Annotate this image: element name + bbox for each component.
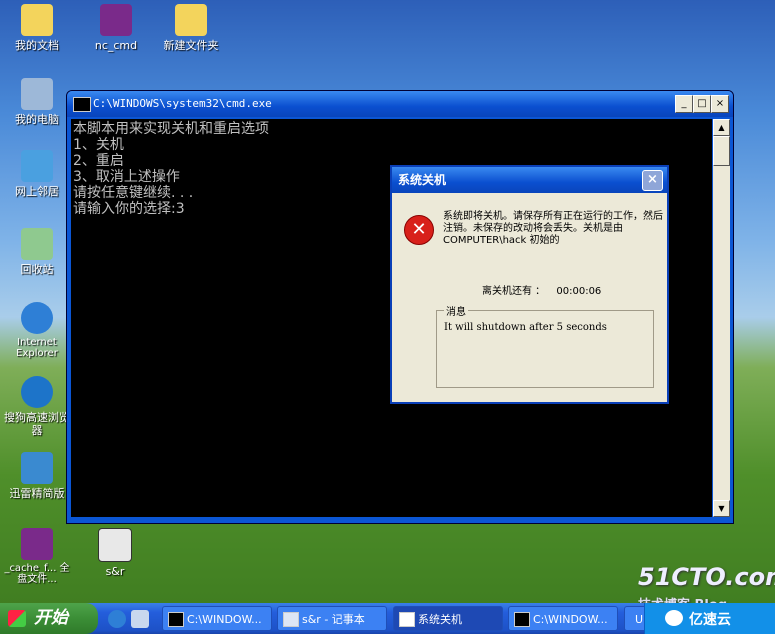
recycle-bin-icon — [21, 228, 53, 260]
taskbar-item-cmd[interactable]: C:\WINDOW... — [162, 606, 272, 631]
taskbar-item-shutdown[interactable]: 系统关机 — [393, 606, 503, 631]
taskbar-item-cmd-2[interactable]: C:\WINDOW... — [508, 606, 618, 631]
thunder-icon — [21, 452, 53, 484]
icon-label: _cache_f... 全盘文件... — [4, 563, 70, 585]
archive-icon — [21, 528, 53, 560]
cmd-titlebar[interactable]: C:\WINDOWS\system32\cmd.exe _ □ × — [67, 91, 733, 117]
watermark-brand: 亿速云 — [689, 612, 731, 628]
desktop-icon-my-documents[interactable]: 我的文档 — [2, 4, 72, 52]
ie-quicklaunch-icon[interactable] — [108, 610, 126, 628]
computer-icon — [21, 78, 53, 110]
message-group: 消息 It will shutdown after 5 seconds — [436, 303, 654, 388]
desktop-icon-internet-explorer[interactable]: Internet Explorer — [2, 302, 72, 359]
shutdown-dialog[interactable]: 系统关机 × ✕ 系统即将关机。请保存所有正在运行的工作，然后注销。未保存的改动… — [390, 165, 669, 404]
message-group-label: 消息 — [446, 307, 466, 318]
scroll-up-arrow-icon[interactable]: ▲ — [713, 119, 730, 136]
desktop-icon-sogou-browser[interactable]: 搜狗高速浏览器 — [2, 376, 72, 437]
scroll-thumb[interactable] — [713, 136, 730, 166]
watermark-site: 51CTO.com — [638, 563, 775, 591]
icon-label: 搜狗高速浏览器 — [4, 411, 70, 437]
icon-label: 网上邻居 — [15, 185, 59, 198]
notepad-icon — [283, 612, 299, 627]
minimize-button[interactable]: _ — [675, 95, 693, 113]
brand-logo-icon — [665, 610, 683, 626]
task-label: s&r - 记事本 — [302, 613, 365, 626]
desktop-icon-s-and-r[interactable]: s&r — [80, 528, 150, 578]
quicklaunch-icon[interactable] — [131, 610, 149, 628]
system-tray: 亿速云 — [644, 603, 775, 634]
icon-label: 我的文档 — [15, 39, 59, 52]
icon-label: 新建文件夹 — [163, 39, 219, 52]
start-button[interactable]: 开始 — [0, 603, 98, 634]
desktop-icon-thunder[interactable]: 迅雷精简版 — [2, 452, 72, 500]
archive-icon — [100, 4, 132, 36]
start-label: 开始 — [34, 608, 68, 628]
dialog-titlebar[interactable]: 系统关机 × — [392, 167, 667, 193]
desktop-icon-recycle-bin[interactable]: 回收站 — [2, 228, 72, 276]
desktop-icon-nc-cmd[interactable]: nc_cmd — [81, 4, 151, 52]
folder-icon — [21, 4, 53, 36]
vertical-scrollbar[interactable]: ▲ ▼ — [713, 119, 730, 517]
taskbar-item-notepad[interactable]: s&r - 记事本 — [277, 606, 387, 631]
desktop-icon-cache-file[interactable]: _cache_f... 全盘文件... — [2, 528, 72, 585]
shutdown-message: 系统即将关机。请保存所有正在运行的工作，然后注销。未保存的改动将会丢失。关机是由… — [443, 211, 663, 246]
console-line: 本脚本用来实现关机和重启选项 — [73, 121, 269, 137]
taskbar: 开始 C:\WINDOW... s&r - 记事本 系统关机 C:\WINDOW… — [0, 603, 775, 634]
sogou-browser-icon — [21, 376, 53, 408]
task-label: 系统关机 — [418, 613, 462, 626]
task-label: C:\WINDOW... — [533, 613, 608, 626]
icon-label: 回收站 — [20, 263, 54, 276]
task-label: C:\WINDOW... — [187, 613, 262, 626]
console-line: 1、关机 — [73, 137, 124, 153]
custom-shutdown-message: It will shutdown after 5 seconds — [444, 322, 607, 333]
icon-label: 迅雷精简版 — [9, 487, 65, 500]
scroll-down-arrow-icon[interactable]: ▼ — [713, 500, 730, 517]
network-icon — [21, 150, 53, 182]
folder-icon — [175, 4, 207, 36]
icon-label: Internet Explorer — [16, 337, 58, 359]
cmd-icon — [168, 612, 184, 627]
icon-label: nc_cmd — [94, 39, 138, 52]
batch-file-icon — [98, 528, 132, 562]
cmd-icon — [73, 97, 91, 112]
close-button[interactable]: × — [711, 95, 729, 113]
dialog-title: 系统关机 — [398, 173, 447, 187]
icon-label: s&r — [105, 565, 125, 578]
maximize-button[interactable]: □ — [693, 95, 711, 113]
windows-logo-icon — [8, 610, 26, 627]
countdown-value: 00:00:06 — [556, 286, 602, 297]
desktop-icon-network[interactable]: 网上邻居 — [2, 150, 72, 198]
cmd-title: C:\WINDOWS\system32\cmd.exe — [93, 97, 272, 110]
desktop-icon-new-folder[interactable]: 新建文件夹 — [156, 4, 226, 52]
icon-label: 我的电脑 — [15, 113, 59, 126]
countdown: 离关机还有 ： 00:00:06 — [482, 282, 601, 297]
cmd-icon — [514, 612, 530, 627]
internet-explorer-icon — [21, 302, 53, 334]
window-icon — [399, 612, 415, 627]
dialog-close-button[interactable]: × — [642, 170, 663, 191]
desktop-icon-my-computer[interactable]: 我的电脑 — [2, 78, 72, 126]
error-icon: ✕ — [404, 215, 434, 245]
countdown-label: 离关机还有 ： — [482, 286, 546, 297]
